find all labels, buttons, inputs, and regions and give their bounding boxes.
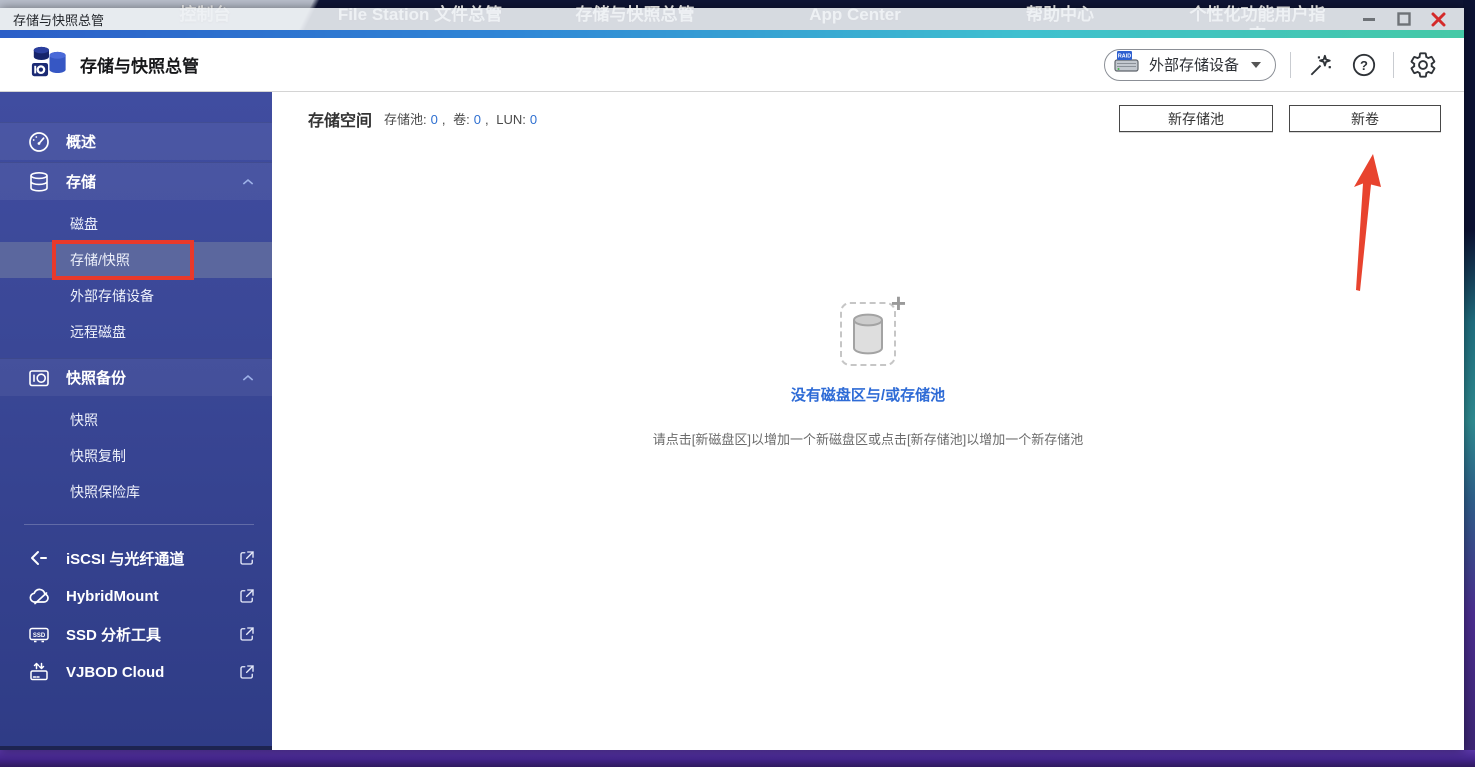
volume-count-value: 0 (473, 112, 481, 127)
sidebar-item-label: 远程磁盘 (70, 324, 126, 340)
storage-counters: 存储池: 0, 卷: 0, LUN: 0 (384, 112, 538, 127)
sidebar-item-vjbod-cloud[interactable]: VJBOD Cloud (0, 653, 272, 691)
new-storage-pool-button[interactable]: 新存储池 (1119, 105, 1273, 132)
vjbod-disk-icon (26, 659, 52, 685)
main-content: 存储空间 存储池: 0, 卷: 0, LUN: 0 新存储池 新卷 + 没有磁盘… (272, 92, 1464, 750)
sidebar-item-label: 外部存储设备 (70, 288, 154, 304)
close-button[interactable] (1431, 12, 1446, 27)
sidebar-item-label: HybridMount (66, 587, 159, 605)
pool-count-value: 0 (430, 112, 438, 127)
sidebar-item-label: SSD 分析工具 (66, 626, 162, 644)
external-link-icon (238, 549, 256, 567)
volume-count-label: 卷: (453, 112, 470, 127)
raid-disk-icon: RAID (1113, 50, 1141, 79)
sidebar-item-label: 快照 (70, 412, 98, 428)
chevron-up-icon[interactable] (240, 370, 256, 386)
cloud-icon (26, 583, 52, 609)
empty-state-hint: 请点击[新磁盘区]以增加一个新磁盘区或点击[新存储池]以增加一个新存储池 (652, 432, 1084, 447)
minimize-button[interactable] (1361, 12, 1376, 27)
sidebar-item-snapshot-vault[interactable]: 快照保险库 (0, 474, 272, 510)
iscsi-icon (26, 545, 52, 571)
sidebar-item-storage[interactable]: 存储 (0, 162, 272, 200)
settings-gear-icon[interactable] (1408, 50, 1438, 80)
storage-stack-icon (26, 169, 52, 195)
sidebar-item-hybridmount[interactable]: HybridMount (0, 577, 272, 615)
sidebar-item-label: iSCSI 与光纤通道 (66, 550, 185, 568)
sidebar-item-storage-snapshots[interactable]: 存储/快照 (0, 242, 272, 278)
svg-text:SSD: SSD (33, 633, 46, 639)
header-divider (1393, 51, 1394, 78)
sidebar-item-label: 概述 (66, 134, 97, 151)
lun-count-value: 0 (529, 112, 538, 127)
sidebar-item-overview[interactable]: 概述 (0, 122, 272, 160)
header-divider (1290, 51, 1291, 78)
sidebar-item-snapshots[interactable]: 快照 (0, 402, 272, 438)
add-disk-volume-icon: + (840, 290, 906, 366)
chevron-down-icon (1251, 61, 1261, 68)
sidebar-item-label: VJBOD Cloud (66, 663, 165, 681)
sidebar-nav: 概述 存储 磁盘 存储/快照 外部存储设备 远程磁盘 快照备份 快照 快照复制 … (0, 92, 272, 750)
sidebar-item-label: 存储 (66, 174, 97, 191)
sidebar-divider (24, 524, 254, 525)
sidebar-item-external-storage[interactable]: 外部存储设备 (0, 278, 272, 314)
lun-count-label: LUN: (496, 112, 526, 127)
sidebar-item-label: 快照备份 (66, 370, 127, 387)
desktop-right-strip (1463, 0, 1475, 767)
empty-state: + 没有磁盘区与/或存储池 请点击[新磁盘区]以增加一个新磁盘区或点击[新存储池… (272, 290, 1464, 448)
empty-state-title: 没有磁盘区与/或存储池 (790, 387, 946, 404)
maximize-button[interactable] (1396, 12, 1411, 27)
section-title: 存储空间 (308, 112, 373, 130)
sidebar-item-label: 快照保险库 (70, 484, 140, 500)
sidebar-item-iscsi-fc[interactable]: iSCSI 与光纤通道 (0, 539, 272, 577)
sidebar-item-remote-disk[interactable]: 远程磁盘 (0, 314, 272, 350)
pool-count-label: 存储池: (384, 112, 427, 127)
screen: 控制台 File Station 文件总管 存储与快照总管 App Center… (0, 0, 1475, 767)
app-title: 存储与快照总管 (80, 57, 199, 76)
ssd-icon: SSD (26, 621, 52, 647)
external-link-icon (238, 587, 256, 605)
sidebar-item-label: 磁盘 (70, 216, 98, 232)
sidebar-item-ssd-profiling[interactable]: SSD SSD 分析工具 (0, 615, 272, 653)
gauge-icon (26, 129, 52, 155)
wizard-wand-icon[interactable] (1305, 50, 1335, 80)
window-titlebar: 存储与快照总管 (0, 8, 1464, 30)
desktop-taskbar-strip (0, 750, 1475, 767)
external-link-icon (238, 663, 256, 681)
svg-text:RAID: RAID (1118, 54, 1131, 60)
app-logo-icon (30, 43, 68, 86)
snapshot-camera-icon (26, 365, 52, 391)
sidebar-item-snapshot-backup[interactable]: 快照备份 (0, 358, 272, 396)
chevron-up-icon[interactable] (240, 174, 256, 190)
sidebar-item-label: 存储/快照 (70, 252, 130, 268)
new-volume-button[interactable]: 新卷 (1289, 105, 1441, 132)
plus-icon: + (890, 288, 906, 318)
sidebar-item-label: 快照复制 (70, 448, 126, 464)
device-selector-label: 外部存储设备 (1148, 57, 1239, 74)
app-header: 存储与快照总管 RAID 外部存储设备 ? (0, 38, 1464, 92)
help-icon[interactable]: ? (1349, 50, 1379, 80)
sidebar-item-snapshot-replica[interactable]: 快照复制 (0, 438, 272, 474)
device-selector-dropdown[interactable]: RAID 外部存储设备 (1103, 48, 1276, 81)
svg-text:?: ? (1360, 57, 1368, 72)
storage-snapshots-window: 存储与快照总管 存储与快照总管 RAID 外部存储设备 ? 概述 存储 磁盘 存… (0, 8, 1464, 750)
accent-gradient-strip (0, 30, 1464, 38)
external-link-icon (238, 625, 256, 643)
window-title: 存储与快照总管 (13, 12, 105, 28)
sidebar-item-disks[interactable]: 磁盘 (0, 206, 272, 242)
